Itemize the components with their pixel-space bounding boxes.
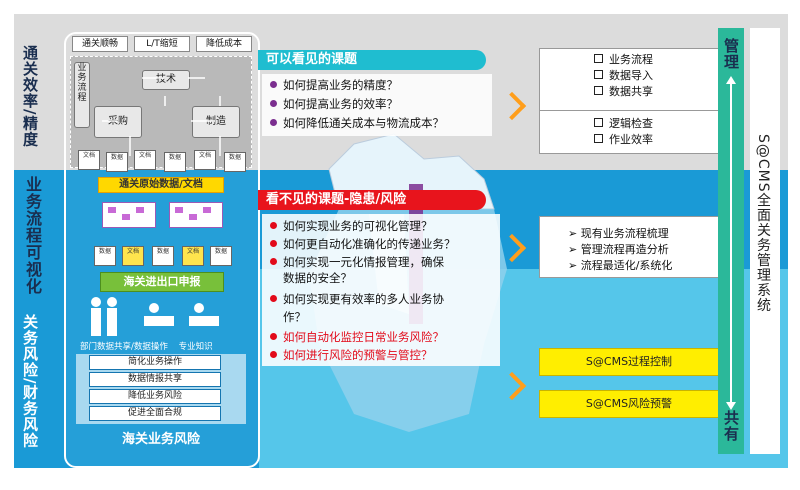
hidden-question-red: 如何进行风险的预警与管控？ [270,348,433,362]
arrow-line [730,78,732,404]
data-icon: 数据 [152,246,174,266]
feature-item: 业务流程 [594,52,653,67]
data-icon: 数据 [210,246,232,266]
hidden-question: 如何实现一元化情报管理，确保 [270,255,444,269]
button-reduce-cost[interactable]: 降低成本 [196,36,252,52]
hidden-question: 如何实现更有效率的多人业务协 [270,292,444,306]
label-share: 共有 [722,410,740,442]
feature-item: 作业效率 [594,132,653,147]
label-efficiency: 通关效率/精度 [21,44,39,148]
doc-icon: 文档 [78,150,100,170]
system-title: S@CMS全面关务管理系统 [755,134,771,313]
data-icon: 数据 [224,152,246,172]
data-icon: 数据 [106,152,128,172]
doc-icon: 文档 [134,150,156,170]
label-manage: 管理 [722,38,740,70]
hidden-question-red: 如何自动化监控日常业务风险？ [270,330,444,344]
people-caption: 部门数据共享/数据操作 专业知识 [80,342,213,352]
people-icon [91,297,219,336]
data-icon: 数据 [94,246,116,266]
feature-item: 数据共享 [594,84,653,99]
arrow-down-icon [726,402,736,410]
panel-footer: 海关业务风险 [121,432,200,447]
process-item: ➢ 管理流程再造分析 [568,243,669,256]
list-item: 数据情报共享 [89,372,221,387]
workflow-marks [108,207,211,220]
feature-item: 数据导入 [594,68,653,83]
bar-raw-data: 通关原始数据/文档 [98,177,224,193]
hidden-question: 如何更自动化准确化的传递业务？ [270,237,456,251]
hidden-question-cont: 作？ [283,310,306,324]
button-smooth-clearance[interactable]: 通关顺畅 [72,36,128,52]
list-item: 促进全面合规 [89,406,221,421]
visible-question: 如何降低通关成本与物流成本？ [270,116,444,130]
diagram-canvas: 通关效率/精度 业务流程可视化 关务风险/财务风险 通关顺畅 L/T缩短 降低成… [14,14,788,468]
process-item: ➢ 现有业务流程梳理 [568,227,669,240]
data-icon: 数据 [164,152,186,172]
doc-icon: 文档 [122,246,144,266]
label-visualization: 业务流程可视化 [23,176,42,295]
doc-icon: 文档 [182,246,204,266]
list-item: 降低业务风险 [89,389,221,404]
arrow-up-icon [726,76,736,84]
label-risk: 关务风险/财务风险 [21,314,39,449]
button-lt-shorten[interactable]: L/T缩短 [134,36,190,52]
hidden-question: 如何实现业务的可视化管理？ [270,219,433,233]
hidden-question-cont: 数据的安全？ [283,271,352,285]
bar-customs-declaration: 海关进出口申报 [100,272,224,292]
feature-item: 逻辑检查 [594,116,653,131]
visible-issues-title: 可以看见的课题 [258,50,486,70]
list-item: 简化业务操作 [89,355,221,370]
visible-question: 如何提高业务的效率？ [270,97,398,111]
hidden-issues-title: 看不见的课题-隐患/风险 [258,190,486,210]
process-control-box: S@CMS过程控制 [539,348,719,376]
process-item: ➢ 流程最适化/系统化 [568,259,673,272]
risk-warning-box: S@CMS风险预警 [539,390,719,418]
doc-icon: 文档 [194,150,216,170]
visible-question: 如何提高业务的精度？ [270,78,398,92]
